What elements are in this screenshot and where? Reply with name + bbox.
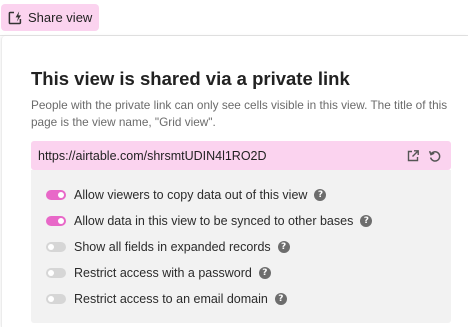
regenerate-icon[interactable] [428, 149, 442, 163]
help-icon[interactable]: ? [277, 241, 290, 253]
share-view-button[interactable]: Share view [1, 4, 99, 31]
help-icon[interactable]: ? [258, 267, 271, 279]
help-icon[interactable]: ? [360, 215, 373, 227]
option-allow-sync: Allow data in this view to be synced to … [46, 212, 373, 230]
share-link-url[interactable]: https://airtable.com/shrsmtUDIN4l1RO2D [38, 149, 406, 163]
toggle-password[interactable] [46, 268, 66, 278]
option-allow-copy-label: Allow viewers to copy data out of this v… [74, 188, 308, 202]
option-allow-copy: Allow viewers to copy data out of this v… [46, 186, 327, 204]
toggle-show-all-fields[interactable] [46, 242, 66, 252]
help-icon[interactable]: ? [274, 293, 287, 305]
share-lightning-icon [7, 10, 23, 26]
option-password-label: Restrict access with a password [74, 266, 252, 280]
dialog-title: This view is shared via a private link [31, 68, 350, 89]
option-email-domain: Restrict access to an email domain ? [46, 290, 287, 308]
toggle-email-domain[interactable] [46, 294, 66, 304]
share-options-panel: Allow viewers to copy data out of this v… [31, 170, 451, 323]
option-password: Restrict access with a password ? [46, 264, 271, 282]
option-show-all-fields: Show all fields in expanded records ? [46, 238, 290, 256]
help-icon[interactable]: ? [314, 189, 327, 201]
share-view-label: Share view [28, 10, 93, 25]
open-external-icon[interactable] [406, 149, 420, 163]
share-link-bar: https://airtable.com/shrsmtUDIN4l1RO2D [31, 141, 451, 170]
view-toolbar: Share view [0, 0, 468, 36]
option-allow-sync-label: Allow data in this view to be synced to … [74, 214, 354, 228]
toggle-allow-copy[interactable] [46, 190, 66, 200]
option-email-domain-label: Restrict access to an email domain [74, 292, 268, 306]
dialog-description: People with the private link can only se… [31, 98, 448, 129]
option-show-all-fields-label: Show all fields in expanded records [74, 240, 271, 254]
toggle-allow-sync[interactable] [46, 216, 66, 226]
